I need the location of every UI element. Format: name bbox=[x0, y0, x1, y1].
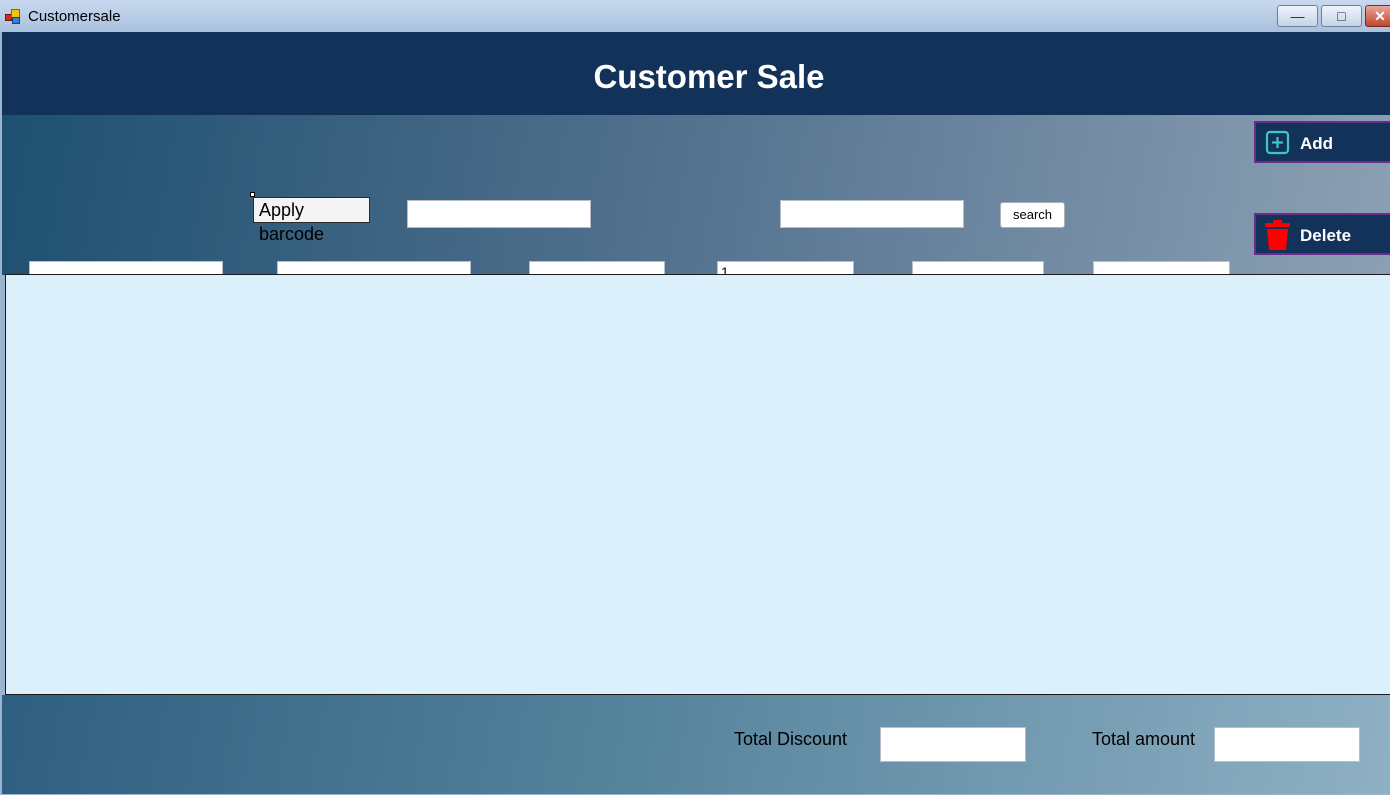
barcode-input[interactable] bbox=[407, 200, 591, 228]
add-button-label: Add bbox=[1300, 134, 1334, 153]
app-icon bbox=[5, 9, 21, 25]
input-panel: Apply barcode search 1 Add Delete bbox=[2, 115, 1390, 339]
close-button[interactable]: ✕ bbox=[1365, 5, 1390, 27]
minimize-button[interactable]: — bbox=[1277, 5, 1318, 27]
page-title: Customer Sale bbox=[593, 58, 825, 95]
close-icon: ✕ bbox=[1374, 8, 1386, 24]
window-body: Customer Sale Apply barcode search 1 Add bbox=[2, 32, 1390, 794]
delete-button-label: Delete bbox=[1300, 226, 1352, 245]
search-input[interactable] bbox=[780, 200, 964, 228]
title-bar: Customersale — □ ✕ bbox=[0, 0, 1390, 32]
minimize-icon: — bbox=[1290, 8, 1305, 24]
delete-button[interactable]: Delete bbox=[1254, 213, 1390, 255]
total-amount-label: Total amount bbox=[1092, 729, 1196, 749]
totals-panel: Total Discount Total amount bbox=[2, 695, 1390, 794]
add-square-icon bbox=[1265, 130, 1290, 155]
maximize-button[interactable]: □ bbox=[1321, 5, 1362, 27]
total-discount-field[interactable] bbox=[880, 727, 1026, 762]
header-bar: Customer Sale bbox=[2, 32, 1390, 115]
search-button[interactable]: search bbox=[1000, 202, 1065, 228]
total-amount-field[interactable] bbox=[1214, 727, 1360, 762]
trash-icon bbox=[1265, 220, 1290, 250]
window-title: Customersale bbox=[28, 8, 121, 25]
add-button[interactable]: Add bbox=[1254, 121, 1390, 163]
total-discount-label: Total Discount bbox=[734, 729, 848, 749]
sales-grid[interactable] bbox=[5, 274, 1390, 695]
maximize-icon: □ bbox=[1337, 8, 1346, 24]
apply-barcode-button[interactable]: Apply barcode bbox=[253, 197, 370, 244]
